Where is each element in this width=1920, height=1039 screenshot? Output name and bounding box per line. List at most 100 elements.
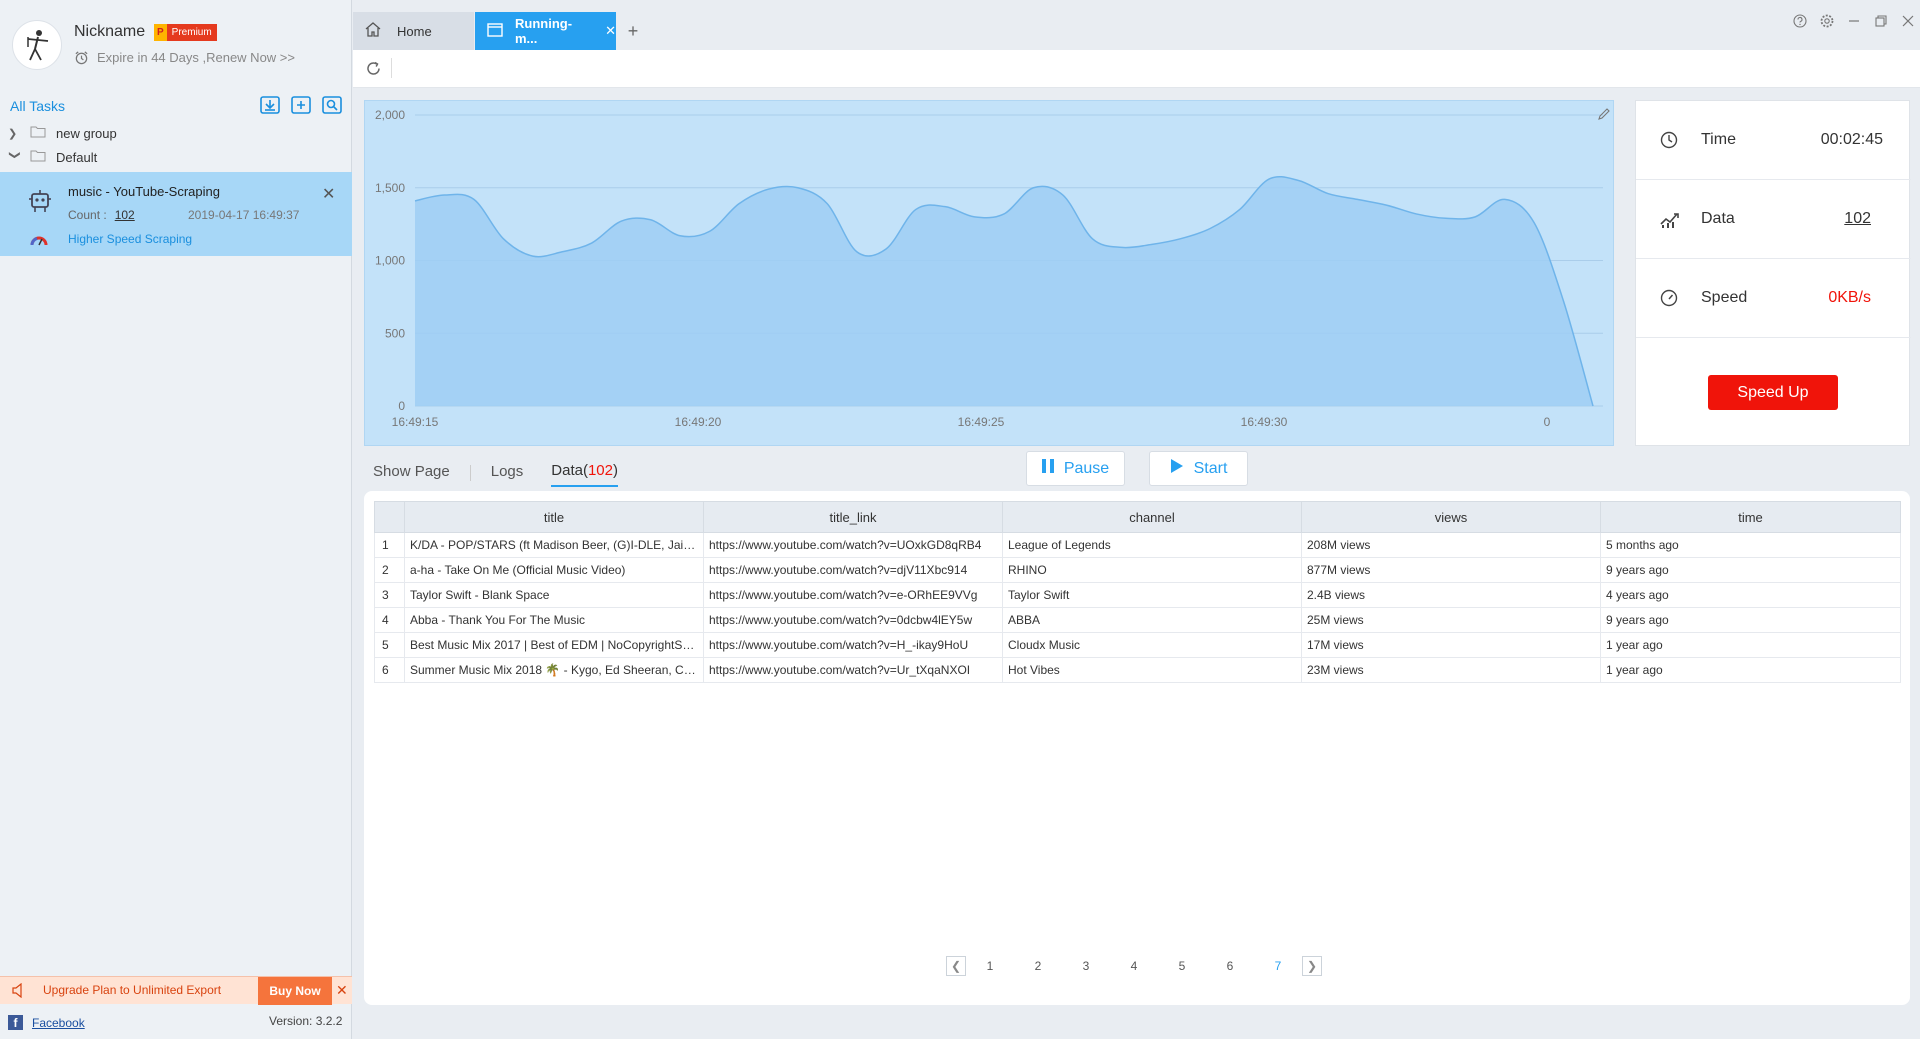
table-row[interactable]: 1 K/DA - POP/STARS (ft Madison Beer, (G)I…	[374, 532, 1901, 558]
stat-data-value[interactable]: 102	[1844, 210, 1871, 228]
stat-time: Time 00:02:45	[1636, 101, 1911, 180]
toolbar	[353, 50, 1920, 88]
start-button[interactable]: Start	[1149, 451, 1248, 486]
gear-icon[interactable]	[1820, 14, 1834, 31]
close-icon[interactable]: ✕	[322, 184, 335, 204]
tab-data-label: Data(	[551, 462, 588, 479]
table-cell: Hot Vibes	[1002, 657, 1302, 683]
chevron-right-icon[interactable]: ❯	[8, 127, 22, 140]
page-link[interactable]: 4	[1110, 959, 1158, 973]
x-tick-label: 16:49:30	[1241, 415, 1288, 429]
new-task-icon[interactable]	[290, 94, 312, 116]
speed-chart: 0 500 1,000 1,500 2,000 16:49:15 16:49:20 16:49…	[364, 100, 1614, 446]
table-row[interactable]: 6 Summer Music Mix 2018 🌴 - Kygo, Ed Shee…	[374, 657, 1901, 683]
tab-show-page[interactable]: Show Page	[373, 463, 450, 486]
x-tick-label: 16:49:15	[392, 415, 439, 429]
import-task-icon[interactable]	[259, 94, 281, 116]
tab-data[interactable]: Data(102)	[551, 462, 618, 487]
tab-logs[interactable]: Logs	[491, 463, 524, 486]
chart-svg: 0 500 1,000 1,500 2,000 16:49:15 16:49:20 16:49…	[375, 108, 1603, 429]
table-cell: 9 years ago	[1600, 607, 1901, 633]
page-link[interactable]: 6	[1206, 959, 1254, 973]
expire-text[interactable]: Expire in 44 Days ,Renew Now >>	[97, 50, 295, 65]
table-cell: 6	[374, 657, 405, 683]
chevron-down-icon[interactable]: ❯	[9, 150, 22, 164]
trend-chart-icon	[1660, 210, 1680, 233]
minimize-icon[interactable]	[1847, 14, 1861, 31]
home-icon	[365, 22, 381, 40]
task-count-label: Count :	[68, 208, 107, 222]
group-default[interactable]: ❯ Default	[0, 145, 352, 169]
premium-badge-label: Premium	[166, 24, 217, 41]
task-count: Count : 102	[68, 208, 135, 222]
table-cell: https://www.youtube.com/watch?v=UOxkGD8q…	[703, 532, 1003, 558]
close-icon[interactable]: ✕	[605, 23, 616, 39]
table-cell: ABBA	[1002, 607, 1302, 633]
help-icon[interactable]	[1793, 14, 1807, 31]
group-label: Default	[56, 149, 98, 165]
restore-icon[interactable]	[1874, 14, 1888, 31]
column-header[interactable]: time	[1600, 501, 1901, 533]
table-cell: 1 year ago	[1600, 657, 1901, 683]
next-page-icon[interactable]: ❯	[1302, 956, 1322, 976]
avatar[interactable]	[12, 20, 62, 70]
close-icon[interactable]: ✕	[336, 982, 348, 999]
table-row[interactable]: 5 Best Music Mix 2017 | Best of EDM | NoC…	[374, 632, 1901, 658]
tab-home[interactable]: Home	[353, 12, 474, 50]
clock-icon	[1660, 131, 1678, 154]
table-body: 1 K/DA - POP/STARS (ft Madison Beer, (G)I…	[374, 532, 1901, 683]
x-tick-label: 16:49:25	[958, 415, 1005, 429]
upgrade-banner: Upgrade Plan to Unlimited Export Buy Now…	[0, 976, 352, 1005]
task-count-value[interactable]: 102	[115, 208, 135, 222]
table-cell: 4	[374, 607, 405, 633]
buy-now-button[interactable]: Buy Now	[258, 977, 332, 1005]
page-link[interactable]: 3	[1062, 959, 1110, 973]
table-row[interactable]: 3 Taylor Swift - Blank Space https://www.y…	[374, 582, 1901, 608]
refresh-icon[interactable]	[365, 60, 382, 80]
table-cell: 5	[374, 632, 405, 658]
table-cell: 17M views	[1301, 632, 1601, 658]
page-link[interactable]: 7	[1254, 959, 1302, 973]
close-window-icon[interactable]	[1901, 14, 1915, 31]
tab-home-label: Home	[397, 23, 432, 39]
column-header[interactable]: views	[1301, 501, 1601, 533]
table-cell: 3	[374, 582, 405, 608]
table-row[interactable]: 2 a-ha - Take On Me (Official Music Video…	[374, 557, 1901, 583]
y-tick-label: 0	[398, 399, 405, 413]
facebook-link[interactable]: Facebook	[32, 1016, 85, 1030]
robot-icon	[28, 188, 52, 217]
tab-running[interactable]: Running-m... ✕	[475, 12, 616, 50]
page-link[interactable]: 5	[1158, 959, 1206, 973]
table-cell: 877M views	[1301, 557, 1601, 583]
speed-up-button[interactable]: Speed Up	[1708, 375, 1838, 410]
stat-data: Data 102	[1636, 180, 1911, 259]
facebook-icon[interactable]: f	[8, 1015, 23, 1030]
table-cell: 1 year ago	[1600, 632, 1901, 658]
add-tab-button[interactable]: +	[621, 12, 645, 50]
table-cell: RHINO	[1002, 557, 1302, 583]
column-header[interactable]	[374, 501, 405, 533]
folder-icon	[30, 149, 46, 165]
task-item[interactable]: music - YouTube-Scraping ✕ Count : 102 20…	[0, 172, 352, 256]
tab-data-count: 102	[587, 462, 613, 479]
stats-panel: Time 00:02:45 Data 102 Speed 0KB/s Speed…	[1635, 100, 1911, 446]
pause-button[interactable]: Pause	[1026, 451, 1125, 486]
tasks-header: All Tasks	[0, 94, 352, 118]
y-tick-label: 1,500	[375, 181, 405, 195]
column-header[interactable]: channel	[1002, 501, 1302, 533]
column-header[interactable]: title	[404, 501, 704, 533]
page-link[interactable]: 1	[966, 959, 1014, 973]
speedometer-icon	[30, 232, 48, 251]
expire-row[interactable]: Expire in 44 Days ,Renew Now >>	[74, 50, 295, 65]
tab-data-close-paren: )	[612, 462, 618, 479]
task-date: 2019-04-17 16:49:37	[188, 208, 300, 222]
group-new-group[interactable]: ❯ new group	[0, 121, 352, 145]
all-tasks-label[interactable]: All Tasks	[10, 98, 65, 114]
upgrade-text[interactable]: Upgrade Plan to Unlimited Export	[43, 983, 221, 997]
prev-page-icon[interactable]: ❮	[946, 956, 966, 976]
y-tick-label: 1,000	[375, 254, 405, 268]
page-link[interactable]: 2	[1014, 959, 1062, 973]
table-row[interactable]: 4 Abba - Thank You For The Music https://w…	[374, 607, 1901, 633]
column-header[interactable]: title_link	[703, 501, 1003, 533]
search-task-icon[interactable]	[321, 94, 343, 116]
